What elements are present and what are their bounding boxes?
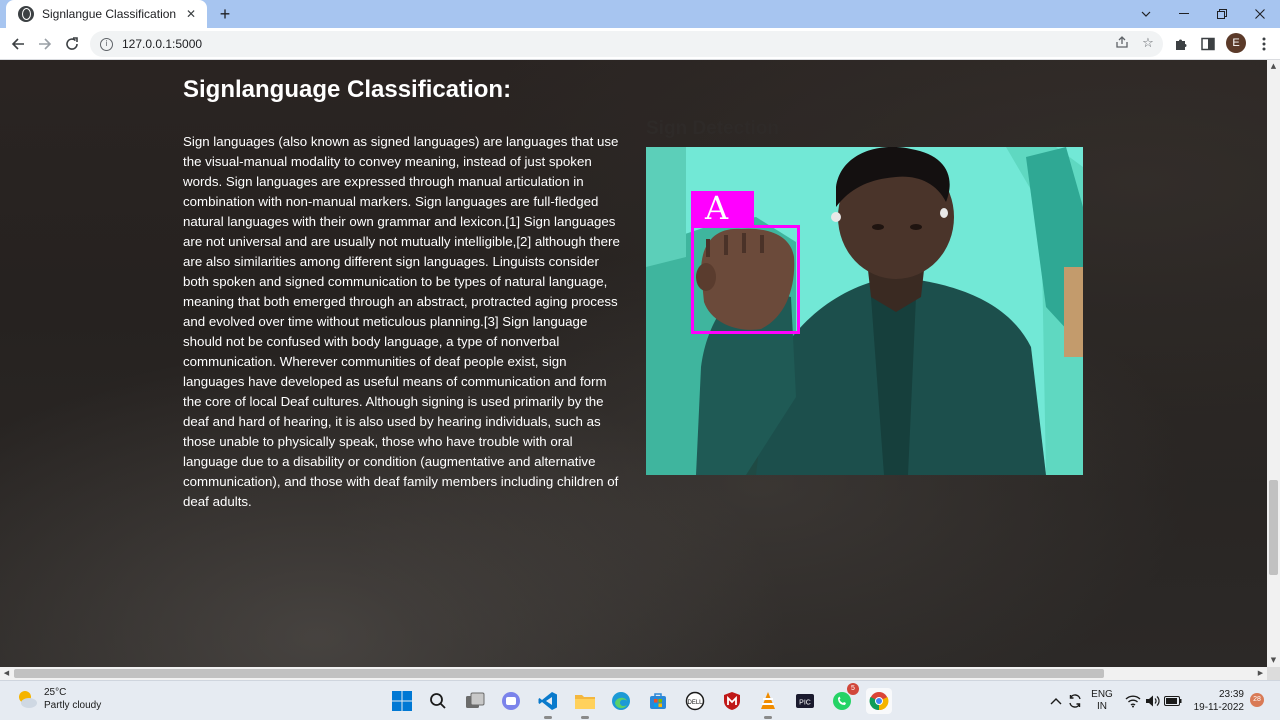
partly-cloudy-icon <box>19 691 37 708</box>
svg-text:DELL: DELL <box>687 700 703 706</box>
horizontal-scroll-thumb[interactable] <box>14 669 1104 678</box>
forward-icon[interactable] <box>33 32 57 56</box>
weather-description: Partly cloudy <box>44 700 102 711</box>
battery-icon[interactable] <box>1160 688 1186 714</box>
scroll-down-arrow-icon[interactable]: ▼ <box>1267 654 1280 667</box>
vertical-scroll-thumb[interactable] <box>1269 480 1278 575</box>
browser-tab[interactable]: Signlangue Classification ✕ <box>6 0 207 28</box>
dell-icon[interactable]: DELL <box>682 688 708 714</box>
bookmark-star-icon[interactable]: ☆ <box>1139 35 1157 53</box>
webcam-video-feed: A <box>646 147 1083 475</box>
globe-icon <box>18 6 34 22</box>
vscode-icon[interactable] <box>535 688 561 719</box>
weather-temperature: 25°C <box>44 687 67 698</box>
detection-bounding-box <box>691 225 800 334</box>
detection-label-box: A <box>691 189 754 227</box>
back-icon[interactable] <box>6 32 30 56</box>
chrome-menu-icon[interactable] <box>1252 32 1276 56</box>
task-view-icon[interactable] <box>462 688 488 714</box>
new-tab-button[interactable]: + <box>214 4 236 26</box>
profile-avatar[interactable]: E <box>1226 33 1246 53</box>
page-title: Signlanguage Classification: <box>183 76 512 103</box>
sync-icon[interactable] <box>1062 688 1088 714</box>
search-icon[interactable] <box>425 688 451 714</box>
chrome-icon[interactable] <box>866 688 892 714</box>
horizontal-scrollbar[interactable]: ◀ ▶ <box>0 667 1267 680</box>
microsoft-store-icon[interactable] <box>645 688 671 714</box>
system-clock[interactable]: 23:39 19-11-2022 <box>1190 688 1244 714</box>
browser-toolbar: i 127.0.0.1:5000 ☆ E <box>0 28 1280 60</box>
detection-label: A <box>705 189 729 227</box>
pic-app-icon[interactable]: PIC <box>792 688 818 714</box>
svg-text:PIC: PIC <box>799 700 811 707</box>
vertical-scrollbar[interactable]: ▲ ▼ <box>1267 60 1280 667</box>
browser-tab-strip: Signlangue Classification ✕ + <box>0 0 1280 28</box>
whatsapp-icon[interactable]: 5 <box>829 683 859 714</box>
language-code: ENG <box>1091 689 1113 700</box>
share-icon[interactable] <box>1113 35 1131 53</box>
tab-title: Signlangue Classification <box>42 7 177 21</box>
reload-icon[interactable] <box>60 32 84 56</box>
windows-taskbar: 25°C Partly cloudy DELL PIC 5 ENG IN 23:… <box>0 680 1280 720</box>
clock-time: 23:39 <box>1218 689 1244 700</box>
url-text: 127.0.0.1:5000 <box>122 37 203 51</box>
tab-search-icon[interactable] <box>1127 0 1165 28</box>
input-language-indicator[interactable]: ENG IN <box>1090 689 1114 713</box>
minimize-icon[interactable] <box>1165 0 1203 28</box>
weather-widget[interactable]: 25°C Partly cloudy <box>16 686 101 712</box>
teams-chat-icon[interactable] <box>498 688 524 714</box>
whatsapp-unread-badge: 5 <box>847 683 859 695</box>
mcafee-icon[interactable] <box>719 688 745 714</box>
windows-start-icon[interactable] <box>389 688 415 714</box>
region-code: IN <box>1097 701 1107 712</box>
sign-language-description: Sign languages (also known as signed lan… <box>183 134 620 509</box>
close-window-icon[interactable] <box>1241 0 1279 28</box>
scroll-right-arrow-icon[interactable]: ▶ <box>1254 667 1267 680</box>
restore-icon[interactable] <box>1203 0 1241 28</box>
notification-count-badge[interactable]: 28 <box>1250 693 1264 707</box>
scrollbar-corner <box>1267 667 1280 680</box>
scroll-up-arrow-icon[interactable]: ▲ <box>1267 60 1280 73</box>
edge-icon[interactable] <box>608 688 634 714</box>
page-viewport: Signlanguage Classification: Sign langua… <box>0 60 1267 667</box>
site-info-icon[interactable]: i <box>100 37 113 51</box>
clock-date: 19-11-2022 <box>1193 702 1244 713</box>
extensions-icon[interactable] <box>1169 32 1193 56</box>
side-panel-icon[interactable] <box>1196 32 1220 56</box>
vlc-icon[interactable] <box>755 688 781 719</box>
scroll-left-arrow-icon[interactable]: ◀ <box>0 667 13 680</box>
address-bar[interactable]: i 127.0.0.1:5000 ☆ <box>90 31 1163 57</box>
sign-detection-heading: Sign Detection <box>646 118 780 139</box>
tab-close-icon[interactable]: ✕ <box>183 7 199 21</box>
file-explorer-icon[interactable] <box>572 688 598 719</box>
